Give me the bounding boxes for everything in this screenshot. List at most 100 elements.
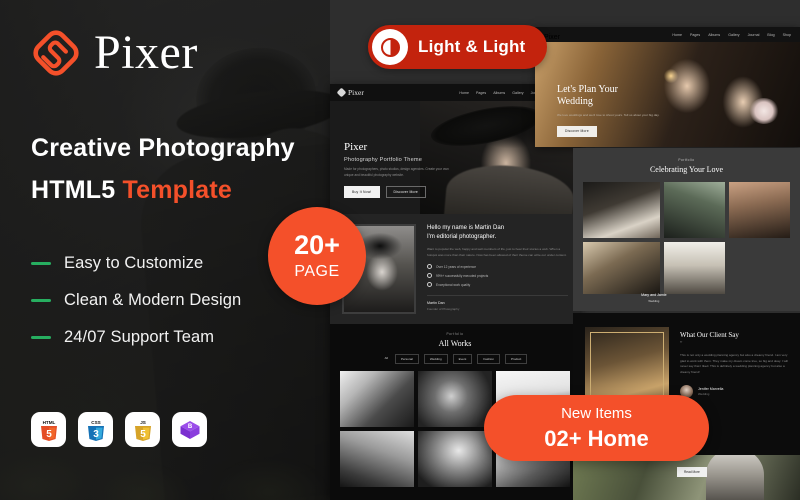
list-item: Clean & Modern Design [31,282,241,319]
hero-title-line-2: Wedding [557,96,593,108]
list-item: 24/07 Support Team [31,319,241,356]
gallery-thumb[interactable] [583,182,660,238]
buy-now-button[interactable]: Buy It Now! [344,185,380,198]
discover-more-button[interactable]: Discover More [557,125,597,137]
point-label: Over 12 years of experience [436,264,477,269]
feature-label: Clean & Modern Design [64,291,242,309]
page-title: Creative Photography [31,134,295,162]
new-items-badge: New Items 02+ Home [484,395,709,461]
nav-item: Pages [476,90,487,95]
preview-logo-text: Pixer [544,33,560,41]
hero-copy: Let's Plan Your Wedding We love weddings… [557,84,667,137]
preview-love-gallery[interactable]: Portfolio Celebrating Your Love Mary and… [573,148,800,311]
nav-item: Albums [708,32,721,37]
signature-role: Founder of Photography [427,307,460,312]
portfolio-thumb[interactable] [340,431,414,487]
hero-title: Pixer [344,141,368,153]
gallery-grid: Mary and Jamie Wedding [583,182,790,303]
read-more-button[interactable]: Read More [677,467,707,477]
nav-item: Albums [493,90,506,95]
portfolio-thumb[interactable] [340,371,414,427]
about-signature: Martin Dan Founder of Photography [427,295,568,311]
new-items-value: 02+ Home [544,426,649,451]
check-icon [427,282,432,288]
filter-fashion[interactable]: Fashion [477,354,500,364]
testimonial-title: What Our Client Say [680,331,739,339]
preview-logo: Pixer [336,87,364,98]
svg-text:CSS: CSS [91,420,100,425]
point-label: 99%+ successfully executed projects [436,273,489,278]
svg-text:JS: JS [140,420,146,425]
preview-logo-text: Pixer [348,88,364,97]
technology-badges: HTML 5 CSS 3 JS 5 B [31,412,207,447]
pages-count-number: 20+ [294,229,340,260]
portfolio-thumb[interactable] [418,371,492,427]
svg-text:HTML: HTML [42,420,55,425]
svg-text:5: 5 [46,429,52,440]
light-badge-label: Light & Light [418,37,526,56]
author-info: Jenifer Marvella Wedding [698,387,723,397]
about-line-2: I'm editorial photographer. [427,234,497,240]
gallery-thumb[interactable] [663,242,725,294]
html5-icon: HTML 5 [31,412,66,447]
svg-text:3: 3 [93,429,99,440]
filter-personal[interactable]: Personal [395,354,419,364]
caption-title: Mary and Jamie [641,293,667,297]
hero-body: We love weddings and we'd love to shoot … [557,113,660,118]
nav-item: Blog [767,32,775,37]
gallery-thumb[interactable] [583,242,660,294]
nav-item: Gallery [512,90,524,95]
nav-item: Home [459,90,470,95]
preview-bottom-strip[interactable]: Read More [573,455,800,500]
list-item: Easy to Customize [31,245,241,282]
portfolio-filters: All Personal Wedding Event Fashion Produ… [340,354,570,364]
about-copy: Hello my name is Martin Dan I'm editoria… [427,224,568,314]
logo-mark-icon [336,87,347,98]
filter-product[interactable]: Product [505,354,528,364]
portfolio-title: All Works [438,339,472,348]
promo-banner: Pixer Creative Photography HTML5 Templat… [0,0,800,500]
about-line-1: Hello my name is Martin Dan [427,225,505,231]
subtitle-prefix: HTML5 [31,176,123,204]
gallery-caption: Mary and Jamie Wedding [641,293,667,303]
hair-flower [749,98,779,124]
dash-icon [31,299,51,302]
nav-item: Pages [690,32,701,37]
about-points: Over 12 years of experience 99%+ success… [427,264,568,288]
discover-more-button[interactable]: Discover More [385,185,427,198]
portfolio-thumb[interactable] [418,431,492,487]
filter-wedding[interactable]: Wedding [423,354,448,364]
hero-copy: Pixer Photography Portfolio Theme Made f… [344,141,452,198]
nav-item: Shop [782,32,791,37]
nav-item: Home [672,32,683,37]
hero-subtitle: Photography Portfolio Theme [344,157,423,164]
caption-subtitle: Wedding [648,299,660,303]
page-subtitle: HTML5 Template [31,176,232,205]
testimonial-body: This is not only a wedding planning agen… [680,353,788,375]
list-item: 99%+ successfully executed projects [427,273,568,279]
preview-nav-menu: Home Pages Albums Gallery Journal Blog S… [672,33,791,37]
svg-text:5: 5 [140,429,146,440]
preview-navbar: Pixer Home Pages Albums Gallery Journal … [535,27,800,42]
preview-hero-section: Let's Plan Your Wedding We love weddings… [535,42,800,147]
pages-count-badge: 20+ PAGE [268,207,366,305]
about-body: Want to popular the web, happy and well … [427,247,567,257]
feature-label: Easy to Customize [64,254,204,272]
gallery-thumb[interactable] [663,182,725,238]
light-and-light-badge[interactable]: Light & Light [368,25,548,69]
author-role: Wedding [698,392,710,397]
hero-body: Made for photographers, photo studios, d… [344,167,449,177]
portfolio-eyebrow: Portfolio [446,332,464,336]
dash-icon [31,262,51,265]
dash-icon [31,336,51,339]
filter-event[interactable]: Event [452,354,473,364]
preview-wedding-homepage[interactable]: Pixer Home Pages Albums Gallery Journal … [535,27,800,147]
brand-name: Pixer [94,26,198,79]
pages-count-label: PAGE [294,262,340,280]
filter-all[interactable]: All [383,354,390,364]
new-items-title: New Items [561,405,632,422]
list-item: Over 12 years of experience [427,264,568,270]
contrast-icon [372,29,408,65]
gallery-thumb[interactable] [728,182,790,238]
subtitle-accent: Template [122,176,232,204]
